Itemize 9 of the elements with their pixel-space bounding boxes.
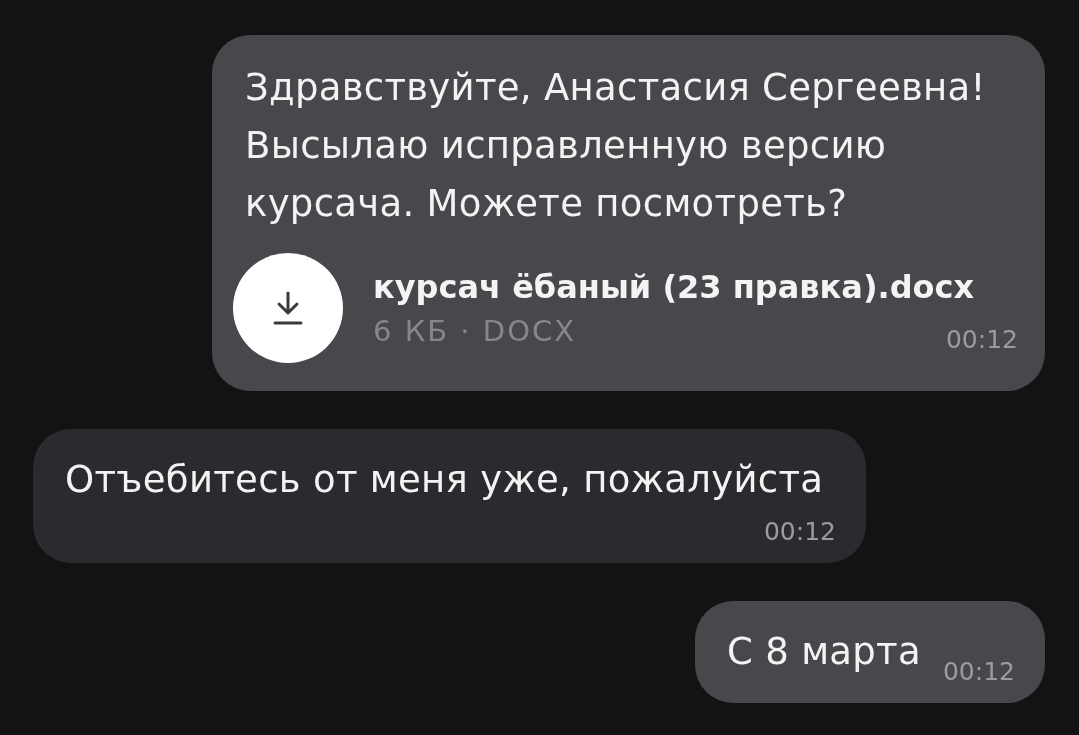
message-time: 00:12 bbox=[763, 517, 836, 547]
file-name: курсач ёбаный (23 правка).docx bbox=[373, 267, 976, 307]
message-time: 00:12 bbox=[942, 657, 1015, 687]
message-text: Отъебитесь от меня уже, пожалуйста bbox=[65, 457, 824, 503]
message-time: 00:12 bbox=[945, 325, 1018, 355]
file-meta: 6 КБ · DOCX bbox=[373, 313, 577, 349]
message-text: С 8 марта bbox=[727, 629, 921, 675]
message-text: Здравствуйте, Анастасия Сергеевна! Высылаю исправленную версию курсача. Можете посмотреть? bbox=[245, 66, 986, 225]
download-icon bbox=[272, 291, 304, 325]
